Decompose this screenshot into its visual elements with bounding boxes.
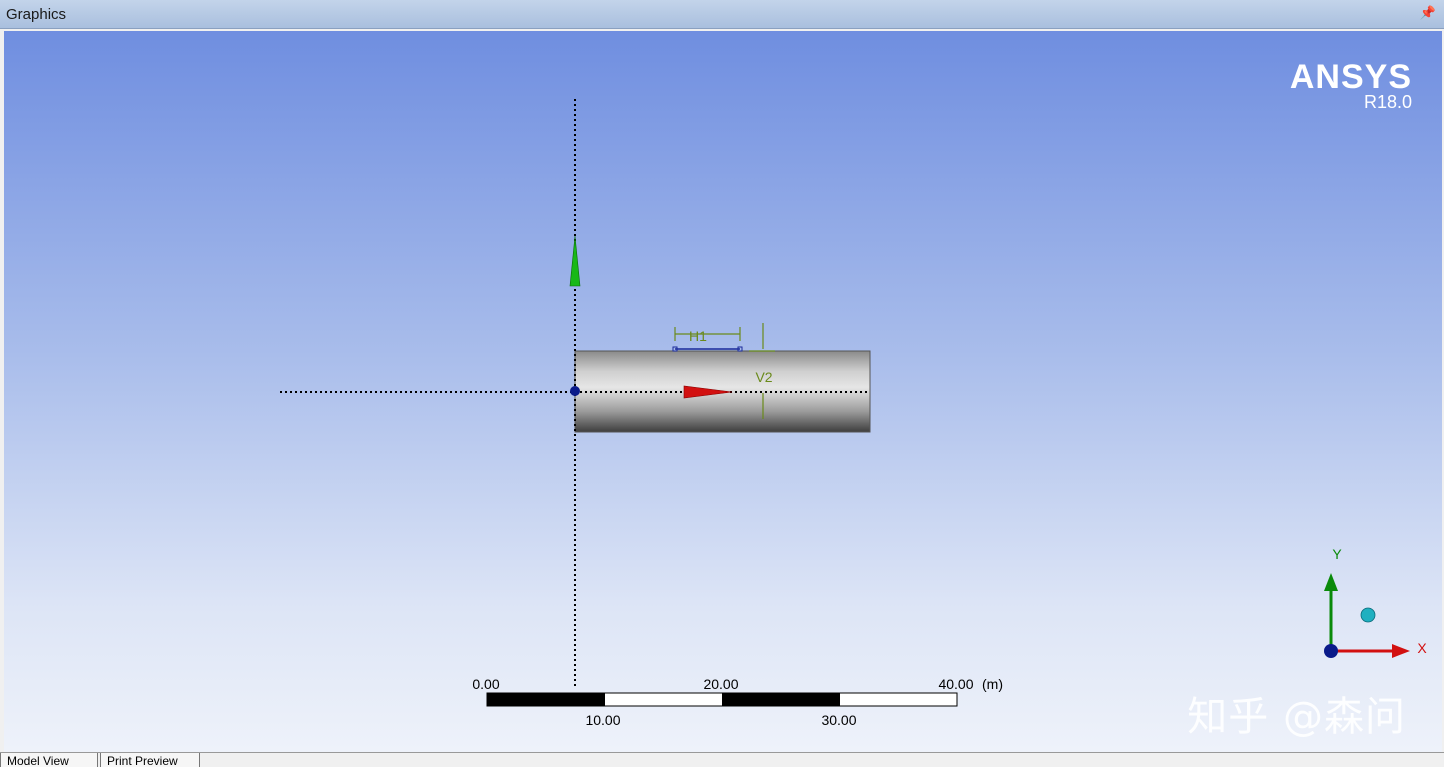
triad-x-arrow-icon [1392, 644, 1410, 658]
scale-label-20: 20.00 [703, 676, 738, 692]
pin-icon[interactable]: 📌 [1420, 5, 1436, 21]
model-scene[interactable]: H1 V2 0.00 20.00 40.00 (m) 10.00 30.00 Y… [4, 31, 1442, 752]
axis-triad[interactable]: Y X [1324, 546, 1427, 658]
scale-label-10: 10.00 [585, 712, 620, 728]
scale-unit: (m) [982, 676, 1003, 692]
view-tabs: Model View Print Preview [0, 752, 1444, 767]
triad-y-label: Y [1332, 546, 1342, 562]
triad-origin-icon [1324, 644, 1338, 658]
triad-y-arrow-icon [1324, 573, 1338, 591]
graphics-viewport[interactable]: ANSYS R18.0 H1 V2 0.00 20.00 40.00 (m) 1… [4, 31, 1442, 752]
dimension-v2-label: V2 [755, 369, 772, 385]
iso-view-ball-icon[interactable] [1360, 607, 1376, 623]
dimension-h1-label: H1 [689, 328, 707, 344]
triad-x-label: X [1417, 640, 1427, 656]
scale-bar: 0.00 20.00 40.00 (m) 10.00 30.00 [472, 676, 1003, 728]
tab-print-preview[interactable]: Print Preview [100, 753, 200, 767]
scale-label-0: 0.00 [472, 676, 499, 692]
window-title: Graphics [6, 6, 67, 23]
origin-point[interactable] [570, 386, 580, 396]
scale-label-30: 30.00 [821, 712, 856, 728]
graphics-title-bar: Graphics 📌 [0, 0, 1444, 29]
watermark: 知乎 @森问 [1187, 694, 1406, 740]
dimension-h1[interactable]: H1 [672, 327, 743, 352]
tab-model-view[interactable]: Model View [0, 753, 98, 767]
y-direction-arrow-icon [569, 235, 581, 287]
scale-label-40: 40.00 [938, 676, 973, 692]
